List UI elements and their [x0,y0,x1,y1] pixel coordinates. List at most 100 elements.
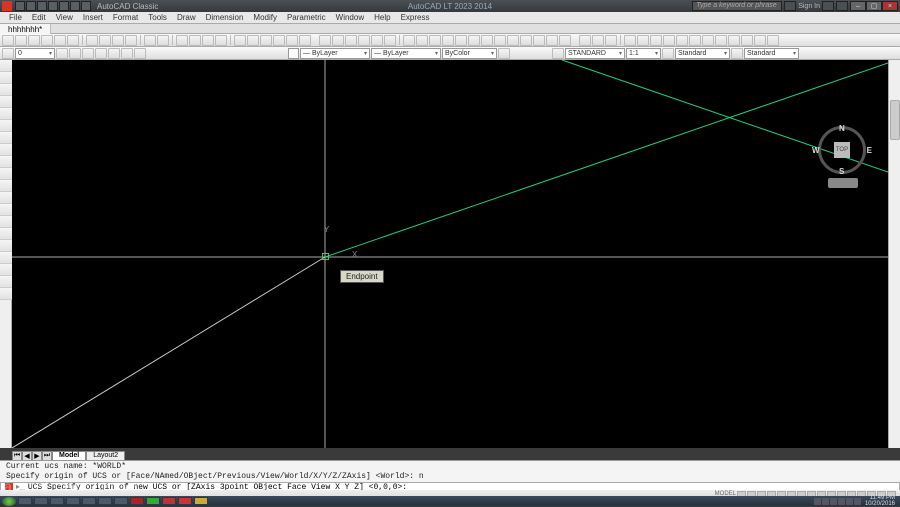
workspace-label[interactable]: AutoCAD Classic [97,2,158,11]
save-button[interactable] [28,35,40,46]
command-history[interactable]: Current ucs name: *WORLD* Specify origin… [0,460,900,484]
tool-gradient[interactable] [0,240,12,252]
markup-button[interactable] [286,35,298,46]
viewcube-dir-w[interactable]: W [812,146,820,155]
signin-button[interactable] [784,1,796,11]
qat-open-icon[interactable] [26,1,36,11]
textstyle-button[interactable] [552,48,564,59]
group-button[interactable] [702,35,714,46]
tool-mtext[interactable] [0,276,12,288]
menu-help[interactable]: Help [369,13,395,22]
qat-undo-icon[interactable] [70,1,80,11]
tray-icon[interactable] [838,498,845,505]
layer-prev-button[interactable] [56,48,68,59]
layer-lock-button[interactable] [121,48,133,59]
task-explorer-icon[interactable] [18,497,32,505]
toolpalettes-button[interactable] [260,35,272,46]
redo-button[interactable] [157,35,169,46]
tool-table[interactable] [0,264,12,276]
menu-express[interactable]: Express [396,13,435,22]
offset-button[interactable] [442,35,454,46]
tool-ellipse[interactable] [0,168,12,180]
layer-combo[interactable]: 0 [15,48,55,59]
taskbar-clock[interactable]: 11:49 PM 10/20/2016 [862,495,898,507]
menu-view[interactable]: View [51,13,78,22]
layer-state-button[interactable] [69,48,81,59]
close-button[interactable]: × [882,1,898,11]
xref-button[interactable] [689,35,701,46]
hatch-button[interactable] [384,35,396,46]
tray-icon[interactable] [854,498,861,505]
tool-region[interactable] [0,252,12,264]
signin-label[interactable]: Sign In [798,3,820,10]
move-button[interactable] [468,35,480,46]
viewcube[interactable]: TOP N S E W [818,126,866,174]
quickcalc-button[interactable] [299,35,311,46]
menu-tools[interactable]: Tools [143,13,172,22]
pline-button[interactable] [332,35,344,46]
color-combo[interactable]: — ByLayer [300,48,370,59]
menu-insert[interactable]: Insert [78,13,108,22]
scale-button[interactable] [494,35,506,46]
zoom-prev-button[interactable] [215,35,227,46]
drawing-viewport[interactable]: Y X Endpoint TOP N S E W [12,60,888,448]
task-app3-icon[interactable] [98,497,112,505]
task-autocad-icon[interactable] [178,497,192,505]
viewcube-dir-s[interactable]: S [839,167,844,176]
lineweight-combo[interactable]: ByColor [442,48,497,59]
qat-new-icon[interactable] [15,1,25,11]
task-wmp-icon[interactable] [50,497,64,505]
app-logo-icon[interactable] [2,1,12,11]
tray-icon[interactable] [830,498,837,505]
lweight-button[interactable] [498,48,510,59]
task-ie-icon[interactable] [34,497,48,505]
layer-iso-button[interactable] [82,48,94,59]
maximize-button[interactable]: ▢ [866,1,882,11]
drawing-canvas[interactable] [12,60,888,448]
menu-format[interactable]: Format [108,13,143,22]
menu-parametric[interactable]: Parametric [282,13,331,22]
viewcube-dir-n[interactable]: N [839,124,845,133]
ucs-button[interactable] [579,35,591,46]
tool-circle[interactable] [0,132,12,144]
task-app1-icon[interactable] [66,497,80,505]
dimstyle-combo[interactable]: Standard [675,48,730,59]
circle-button[interactable] [345,35,357,46]
tool-pline[interactable] [0,84,12,96]
exchange-icon[interactable] [822,1,834,11]
scrollbar-thumb[interactable] [890,100,900,140]
publish-button[interactable] [67,35,79,46]
layerthw-button[interactable] [767,35,779,46]
tray-icon[interactable] [846,498,853,505]
tool-makeblock[interactable] [0,204,12,216]
zoom-button[interactable] [189,35,201,46]
layer-freeze-button[interactable] [95,48,107,59]
tool-spline[interactable] [0,156,12,168]
tool-xline[interactable] [0,72,12,84]
layeroff-button[interactable] [741,35,753,46]
new-button[interactable] [2,35,14,46]
help-icon[interactable] [836,1,848,11]
copy-button[interactable] [99,35,111,46]
textstyle-combo[interactable]: STANDARD [565,48,625,59]
erase-button[interactable] [403,35,415,46]
tool-arc[interactable] [0,120,12,132]
preview-button[interactable] [54,35,66,46]
tool-hatch[interactable] [0,228,12,240]
linetype-combo[interactable]: — ByLayer [371,48,441,59]
layer-match-button[interactable] [134,48,146,59]
layer-manager-button[interactable] [2,48,14,59]
layeron-button[interactable] [754,35,766,46]
cut-button[interactable] [86,35,98,46]
layerfrz-button[interactable] [728,35,740,46]
extend-button[interactable] [533,35,545,46]
mirror-button[interactable] [429,35,441,46]
layeriso-button[interactable] [715,35,727,46]
text-button[interactable] [637,35,649,46]
pan-button[interactable] [176,35,188,46]
qat-saveas-icon[interactable] [48,1,58,11]
tool-ellipsearc[interactable] [0,180,12,192]
fillet-button[interactable] [546,35,558,46]
zoom-window-button[interactable] [202,35,214,46]
document-tab[interactable]: hhhhhhh* [0,24,51,34]
